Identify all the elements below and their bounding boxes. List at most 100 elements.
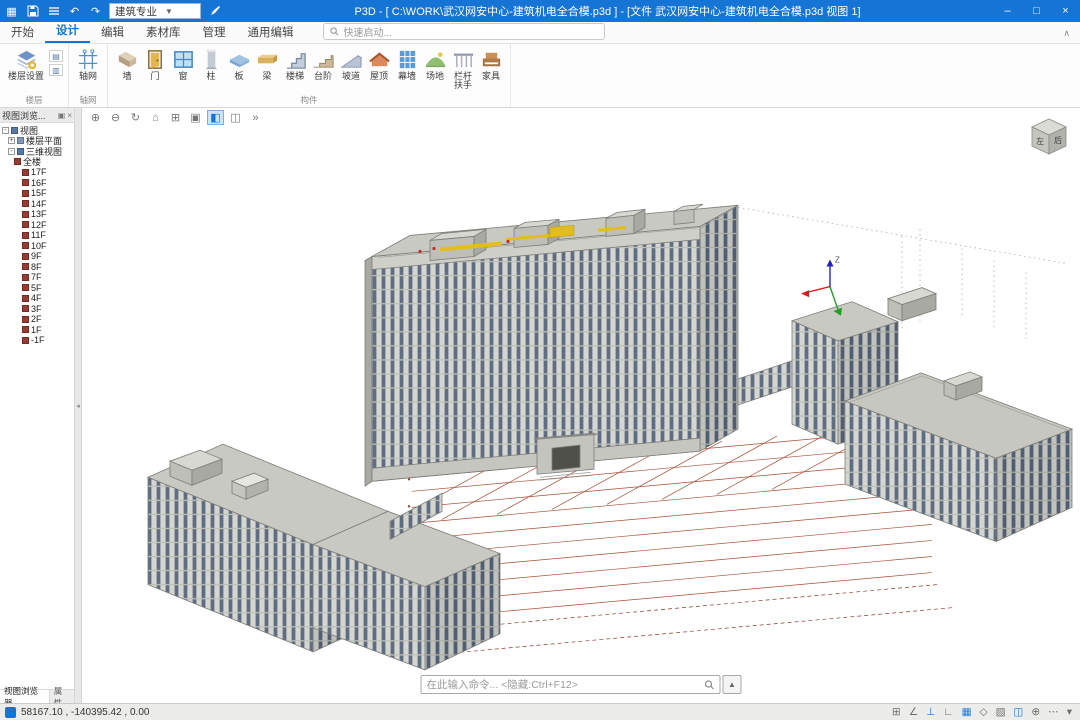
beam-icon: [255, 47, 279, 71]
floor-table-mini-icon[interactable]: ▤: [49, 50, 63, 62]
tool-wall[interactable]: 墙: [113, 47, 141, 81]
collapse-icon[interactable]: -: [8, 147, 15, 155]
tree-item-floor-15F[interactable]: 15F: [2, 188, 74, 199]
tree-item-floor-5F[interactable]: 5F: [2, 283, 74, 294]
tool-roof[interactable]: 屋顶: [365, 47, 393, 81]
object-snap-icon[interactable]: ⊥: [926, 707, 935, 718]
tab-library[interactable]: 素材库: [135, 23, 192, 43]
style-brush-icon[interactable]: [207, 4, 222, 19]
home-view-icon[interactable]: ⌂: [147, 110, 164, 125]
3d-scene[interactable]: Z: [82, 108, 1080, 703]
collapse-icon[interactable]: -: [2, 126, 9, 134]
more-view-tools-icon[interactable]: »: [247, 110, 264, 125]
panel-collapse-strip[interactable]: ◂: [75, 108, 82, 703]
orbit-icon[interactable]: ↻: [127, 110, 144, 125]
minimize-button[interactable]: –: [993, 0, 1022, 22]
close-button[interactable]: ×: [1051, 0, 1080, 22]
tool-step[interactable]: 台阶: [309, 47, 337, 81]
tab-edit[interactable]: 编辑: [90, 23, 135, 43]
tree-item-floor-16F[interactable]: 16F: [2, 178, 74, 189]
tree-item-floor-9F[interactable]: 9F: [2, 251, 74, 262]
tree-item-floor-2F[interactable]: 2F: [2, 314, 74, 325]
ortho-icon[interactable]: ∟: [943, 707, 953, 718]
tool-curtain-wall[interactable]: 幕墙: [393, 47, 421, 81]
building-right-wing[interactable]: [843, 371, 1074, 543]
tab-view-browser[interactable]: 视图浏览器: [0, 686, 50, 708]
tab-manage[interactable]: 管理: [192, 23, 237, 43]
redo-icon[interactable]: ↷: [88, 4, 103, 19]
tree-item-floor-3F[interactable]: 3F: [2, 304, 74, 315]
tree-item-floor-13F[interactable]: 13F: [2, 209, 74, 220]
save-icon[interactable]: [25, 4, 40, 19]
maximize-button[interactable]: □: [1022, 0, 1051, 22]
tree-item-floor-11F[interactable]: 11F: [2, 230, 74, 241]
tree-item-floor-10F[interactable]: 10F: [2, 241, 74, 252]
tool-door[interactable]: 门: [141, 47, 169, 81]
zoom-icon[interactable]: ⊖: [107, 110, 124, 125]
discipline-dropdown[interactable]: 建筑专业 ▼: [109, 3, 201, 19]
view-cube[interactable]: 左 后: [1026, 116, 1072, 160]
quick-launch-search[interactable]: 快速启动...: [322, 23, 605, 40]
tree-item-floor-14F[interactable]: 14F: [2, 199, 74, 210]
tree-item-whole-building[interactable]: 全楼: [2, 157, 74, 167]
tool-axis-grid[interactable]: 轴网: [74, 47, 102, 81]
grid-display-icon[interactable]: ▦: [962, 707, 972, 718]
panel-close-icon[interactable]: ×: [67, 111, 72, 120]
building-main-tower[interactable]: [364, 203, 739, 488]
floor-label: 1F: [31, 324, 42, 335]
tree-item-floor-4F[interactable]: 4F: [2, 293, 74, 304]
tree-item-floor-8F[interactable]: 8F: [2, 262, 74, 273]
pan-icon[interactable]: ⊕: [87, 110, 104, 125]
status-caret-icon[interactable]: ▾: [1067, 707, 1072, 718]
tab-start[interactable]: 开始: [0, 23, 45, 43]
status-toggle-icons: ⊞ ∠ ⊥ ∟ ▦ ◇ ▧ ◫ ⊕ ⋯ ▾: [892, 707, 1075, 718]
floor-view-icon: [22, 168, 29, 176]
tool-stair[interactable]: 楼梯: [281, 47, 309, 81]
tool-window[interactable]: 窗: [169, 47, 197, 81]
hatch-display-icon[interactable]: ▧: [996, 707, 1006, 718]
annotation-icon[interactable]: ◫: [1013, 707, 1023, 718]
tool-furniture[interactable]: 家具: [477, 47, 505, 81]
group-label-component: 构件: [300, 95, 318, 105]
tool-beam[interactable]: 梁: [253, 47, 281, 81]
workspace-icon[interactable]: ⊕: [1031, 707, 1040, 718]
tool-railing[interactable]: 栏杆扶手: [449, 47, 477, 91]
polar-track-icon[interactable]: ∠: [909, 707, 918, 718]
view-box-icon[interactable]: ⊞: [167, 110, 184, 125]
realistic-view-icon[interactable]: ◧: [207, 110, 224, 125]
tab-properties[interactable]: 属性: [50, 686, 74, 708]
tree-item-floor--1F[interactable]: -1F: [2, 335, 74, 346]
tab-general-edit[interactable]: 通用编辑: [237, 23, 305, 43]
wireframe-view-icon[interactable]: ◫: [227, 110, 244, 125]
command-history-button[interactable]: ▲: [722, 675, 742, 694]
3d-viewport[interactable]: ⊕ ⊖ ↻ ⌂ ⊞ ▣ ◧ ◫» Z 左 后 在此输入命令... <隐藏:Ctr…: [82, 108, 1080, 703]
tool-ramp[interactable]: 坡道: [337, 47, 365, 81]
tool-slab[interactable]: 板: [225, 47, 253, 81]
command-search-icon[interactable]: [704, 679, 715, 690]
floor-view-icon: [22, 210, 29, 218]
shaded-view-icon[interactable]: ▣: [187, 110, 204, 125]
tree-item-floor-17F[interactable]: 17F: [2, 167, 74, 178]
tool-column[interactable]: 柱: [197, 47, 225, 81]
undo-icon[interactable]: ↶: [67, 4, 82, 19]
furniture-icon: [479, 47, 503, 71]
command-input[interactable]: [426, 678, 705, 691]
right-connector-bridge[interactable]: [737, 360, 793, 406]
tab-design[interactable]: 设计: [45, 21, 90, 43]
menu-icon[interactable]: [46, 4, 61, 19]
axis-grid-icon: [76, 47, 100, 71]
select-filter-icon[interactable]: ⊞: [892, 707, 901, 718]
expand-icon[interactable]: +: [8, 137, 15, 145]
building-left-wing[interactable]: [146, 443, 502, 671]
more-status-icon[interactable]: ⋯: [1048, 707, 1059, 718]
tree-item-floor-1F[interactable]: 1F: [2, 325, 74, 336]
floor-transfer-mini-icon[interactable]: ▥: [49, 64, 63, 76]
tool-site[interactable]: 场地: [421, 47, 449, 81]
dynamic-input-icon[interactable]: ◇: [979, 707, 987, 718]
command-input-box[interactable]: [420, 675, 721, 694]
tool-floor-settings[interactable]: 楼层设置: [5, 47, 47, 81]
tree-item-floor-12F[interactable]: 12F: [2, 220, 74, 231]
ribbon-collapse-icon[interactable]: ∧: [1063, 28, 1070, 39]
tree-item-floor-7F[interactable]: 7F: [2, 272, 74, 283]
panel-pin-icon[interactable]: ▣: [58, 111, 66, 120]
